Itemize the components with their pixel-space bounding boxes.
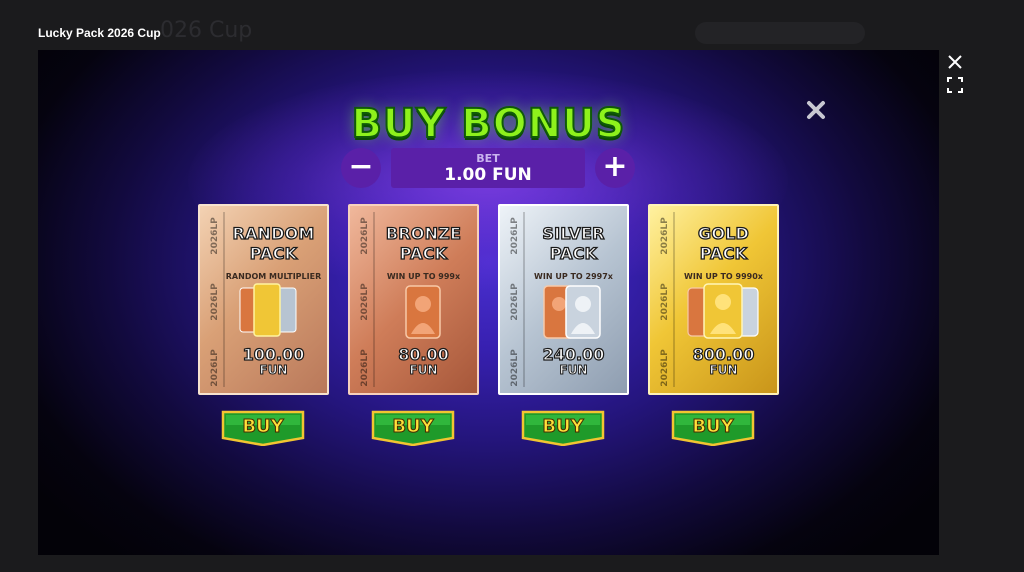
buy-gold-pack-button[interactable]: BUY (671, 410, 755, 446)
pack-cards-art (239, 283, 297, 337)
bet-label: BET (476, 152, 500, 165)
gold-pack-card[interactable]: 2026LP 2026LP 2026LP GOLD PACK WIN UP TO … (648, 204, 779, 395)
pack-title: GOLD PACK (697, 223, 749, 263)
pack-subtitle: WIN UP TO 2997x (534, 272, 613, 281)
spine-text: 2026LP (210, 217, 220, 255)
buy-label: BUY (242, 416, 284, 438)
pack-price: 240.00 (542, 345, 605, 364)
pack-subtitle: RANDOM MULTIPLIER (225, 272, 322, 281)
bet-increase-button[interactable]: + (595, 148, 635, 188)
spine-text: 2026LP (510, 217, 520, 255)
pack-cards-art (687, 283, 759, 339)
spine-text: 2026LP (210, 283, 220, 321)
buy-label: BUY (542, 416, 584, 438)
pack-cards-art (543, 285, 601, 339)
pack-title: RANDOM PACK (232, 223, 315, 263)
pack-title: BRONZE PACK (385, 223, 462, 263)
pack-price: 100.00 (242, 345, 305, 364)
bronze-pack-card[interactable]: 2026LP 2026LP 2026LP BRONZE PACK WIN UP T… (348, 204, 479, 395)
pack-currency: FUN (709, 363, 738, 377)
pack-price: 800.00 (692, 345, 755, 364)
bet-value: 1.00 FUN (444, 165, 532, 185)
spine-text: 2026LP (360, 217, 370, 255)
silver-pack-card[interactable]: 2026LP 2026LP 2026LP SILVER PACK WIN UP T… (498, 204, 629, 395)
background-pill (695, 22, 865, 44)
fullscreen-icon[interactable] (946, 76, 964, 94)
spine-text: 2026LP (660, 283, 670, 321)
buy-silver-pack-button[interactable]: BUY (521, 410, 605, 446)
pack-title: SILVER PACK (542, 223, 605, 263)
spine-text: 2026LP (660, 217, 670, 255)
spine-text: 2026LP (360, 349, 370, 387)
window-title: Lucky Pack 2026 Cup (38, 26, 161, 40)
buy-label: BUY (692, 416, 734, 438)
pack-price: 80.00 (398, 345, 450, 364)
bet-decrease-button[interactable]: − (341, 148, 381, 188)
spine-text: 2026LP (360, 283, 370, 321)
pack-cards-art (405, 285, 441, 339)
buy-random-pack-button[interactable]: BUY (221, 410, 305, 446)
buy-bronze-pack-button[interactable]: BUY (371, 410, 455, 446)
close-icon[interactable] (946, 53, 964, 71)
pack-currency: FUN (409, 363, 438, 377)
spine-text: 2026LP (510, 283, 520, 321)
pack-subtitle: WIN UP TO 999x (386, 272, 461, 281)
game-frame: BUY BONUS − BET 1.00 FUN + 2026LP 2026LP… (38, 50, 939, 555)
buy-label: BUY (392, 416, 434, 438)
spine-text: 2026LP (510, 349, 520, 387)
pack-currency: FUN (559, 363, 588, 377)
pack-currency: FUN (259, 363, 288, 377)
random-pack-card[interactable]: 2026LP 2026LP 2026LP RANDOM PACK RANDOM M… (198, 204, 329, 395)
buy-bonus-heading: BUY BONUS (350, 100, 626, 148)
spine-text: 2026LP (210, 349, 220, 387)
spine-text: 2026LP (660, 349, 670, 387)
pack-subtitle: WIN UP TO 9990x (684, 272, 763, 281)
background-title: 026 Cup (160, 18, 253, 43)
bet-display: BET 1.00 FUN (391, 148, 585, 188)
